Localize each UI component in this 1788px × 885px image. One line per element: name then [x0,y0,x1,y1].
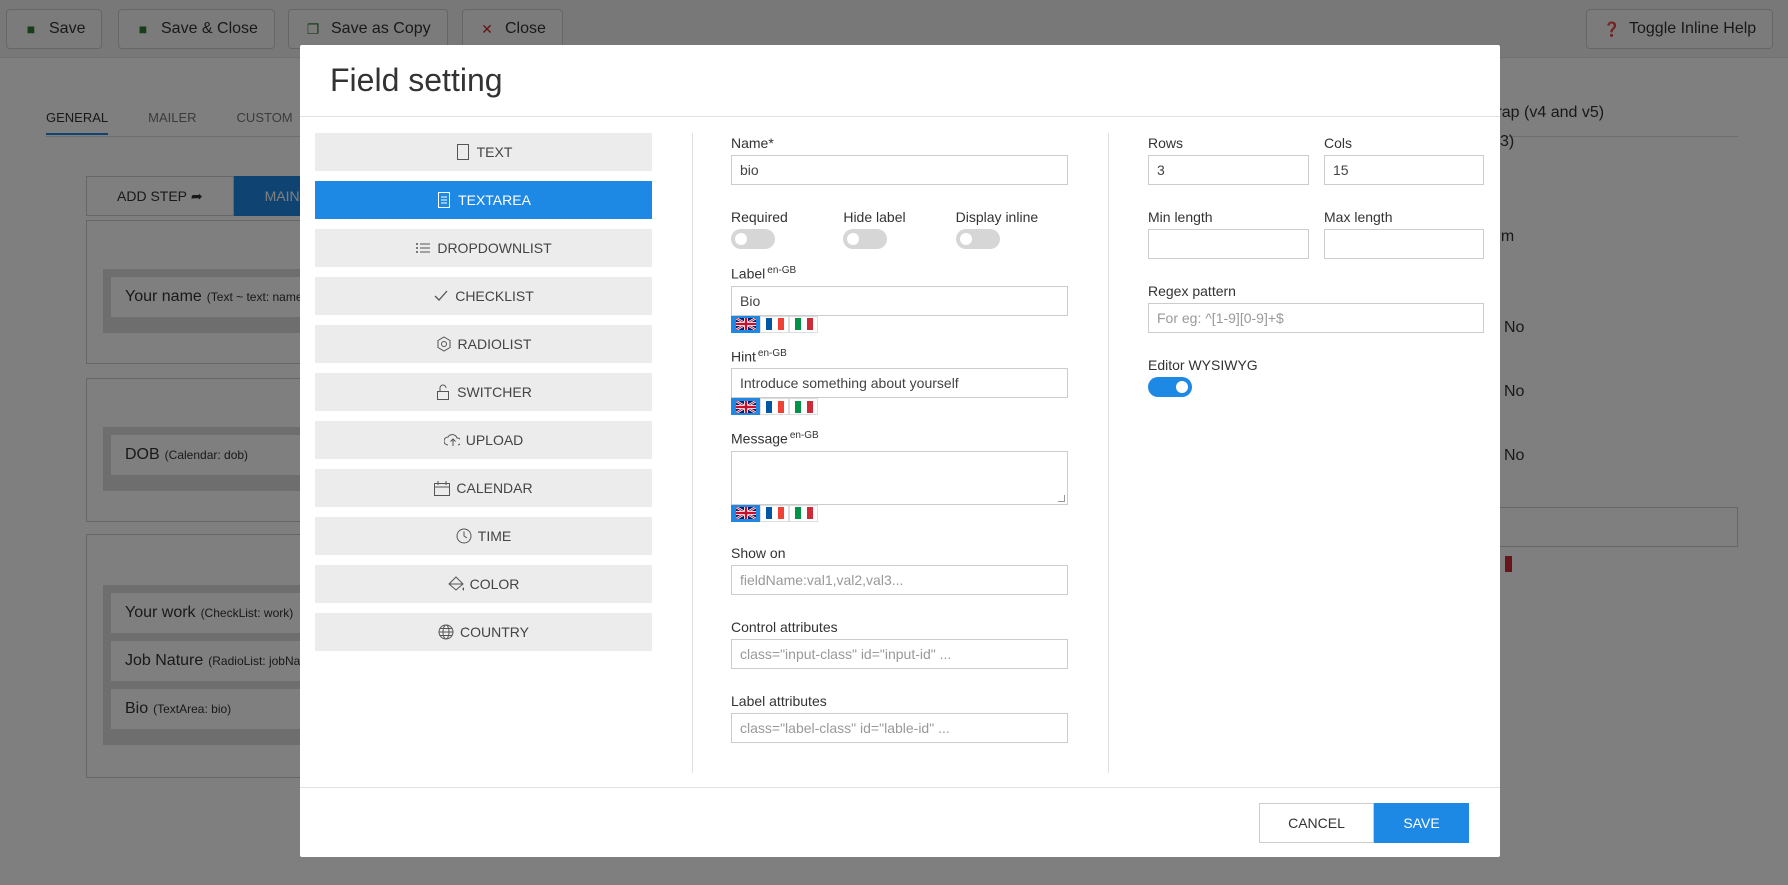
type-textarea-button[interactable]: TEXTAREA [315,181,652,219]
hide-label-label: Hide label [843,209,906,225]
type-checklist-button[interactable]: CHECKLIST [315,277,652,315]
hint-label: Hint en-GB [731,347,787,365]
type-calendar-button[interactable]: CALENDAR [315,469,652,507]
flag-gb-icon[interactable] [731,398,760,416]
min-length-input[interactable] [1148,229,1309,259]
rows-label: Rows [1148,135,1184,151]
show-on-label: Show on [731,544,786,561]
globe-icon [438,624,454,640]
language-tag: en-GB [789,430,819,442]
hide-label-toggle-group: Hide label [843,209,955,249]
type-color-button[interactable]: COLOR [315,565,652,603]
flag-fr-icon[interactable] [760,504,789,522]
hide-label-toggle[interactable] [843,229,888,249]
language-tag: en-GB [757,347,787,359]
textarea-settings-column: Rows 3 Cols 15 Min length Max length Reg… [1148,135,1484,397]
control-attributes-input[interactable]: class="input-class" id="input-id" ... [731,638,1068,669]
min-length-group: Min length [1148,209,1309,259]
paint-bucket-icon [447,576,464,592]
language-flags [731,504,1068,523]
check-icon [433,288,449,304]
regex-pattern-label: Regex pattern [1148,283,1236,299]
editor-wysiwyg-toggle[interactable] [1148,377,1192,397]
column-divider [1108,133,1109,773]
type-radiolist-button[interactable]: RADIOLIST [315,325,652,363]
calendar-icon [434,480,451,496]
type-time-button[interactable]: TIME [315,517,652,555]
rows-input[interactable]: 3 [1148,155,1309,185]
max-length-label: Max length [1324,209,1393,225]
rows-cols-row: Rows 3 Cols 15 [1148,135,1484,185]
name-input[interactable]: bio [731,155,1068,185]
label-attributes-input[interactable]: class="label-class" id="lable-id" ... [731,712,1068,743]
display-inline-toggle-group: Display inline [955,209,1068,249]
flag-gb-icon[interactable] [731,315,760,333]
label-label: Label en-GB [731,265,797,282]
modal-title: Field setting [330,62,503,98]
flag-fr-icon[interactable] [760,398,789,416]
flag-gb-icon[interactable] [731,504,760,522]
modal-body: TEXT TEXTAREA DROPDOWNLIST CHECKLIST RAD… [300,117,1500,787]
regex-pattern-input[interactable]: For eg: ^[1-9][0-9]+$ [1148,303,1484,333]
field-setting-modal: Field setting TEXT TEXTAREA DROPDOWNLIST… [300,45,1500,857]
message-textarea[interactable] [731,450,1068,505]
main-settings-column: Name* bio Required Hide label Display in… [731,135,1068,743]
show-on-input[interactable]: fieldName:val1,val2,val3... [731,564,1068,595]
upload-icon [443,432,460,448]
modal-header: Field setting [300,45,1500,117]
display-inline-label: Display inline [955,209,1039,225]
type-text-button[interactable]: TEXT [315,133,652,171]
type-switcher-button[interactable]: SWITCHER [315,373,652,411]
control-attributes-label: Control attributes [731,618,838,635]
cancel-button[interactable]: CANCEL [1259,803,1374,843]
language-tag: en-GB [767,265,797,276]
textarea-icon [436,192,452,208]
language-flags [731,398,1068,416]
label-input[interactable]: Bio [731,285,1068,316]
required-toggle[interactable] [731,229,775,249]
column-divider [692,133,693,773]
cols-input[interactable]: 15 [1324,155,1484,185]
cols-label: Cols [1324,135,1353,151]
hint-input[interactable]: Introduce something about yourself [731,368,1068,399]
modal-footer: CANCEL SAVE [300,787,1500,857]
save-field-button[interactable]: SAVE [1374,803,1469,843]
required-label: Required [731,209,788,225]
display-inline-toggle[interactable] [955,229,1000,249]
type-country-button[interactable]: COUNTRY [315,613,652,651]
rows-group: Rows 3 [1148,135,1309,185]
flag-it-icon[interactable] [789,315,818,333]
language-flags [731,315,1068,334]
label-attributes-label: Label attributes [731,692,827,709]
flag-it-icon[interactable] [789,504,818,522]
radio-icon [436,336,452,352]
required-toggle-group: Required [731,209,843,249]
list-icon [415,240,431,256]
type-dropdownlist-button[interactable]: DROPDOWNLIST [315,229,652,267]
message-label: Message en-GB [731,430,819,447]
lock-icon [435,384,451,400]
min-length-label: Min length [1148,209,1213,225]
field-type-list: TEXT TEXTAREA DROPDOWNLIST CHECKLIST RAD… [315,133,652,661]
flag-it-icon[interactable] [789,398,818,416]
editor-wysiwyg-label: Editor WYSIWYG [1148,357,1258,373]
max-length-input[interactable] [1324,229,1484,259]
clock-icon [456,528,472,544]
flag-fr-icon[interactable] [760,315,789,333]
name-label: Name* [731,135,774,151]
text-icon [455,144,471,160]
toggle-row: Required Hide label Display inline [731,209,1068,249]
cols-group: Cols 15 [1324,135,1484,185]
type-upload-button[interactable]: UPLOAD [315,421,652,459]
length-row: Min length Max length [1148,209,1484,259]
max-length-group: Max length [1324,209,1484,259]
